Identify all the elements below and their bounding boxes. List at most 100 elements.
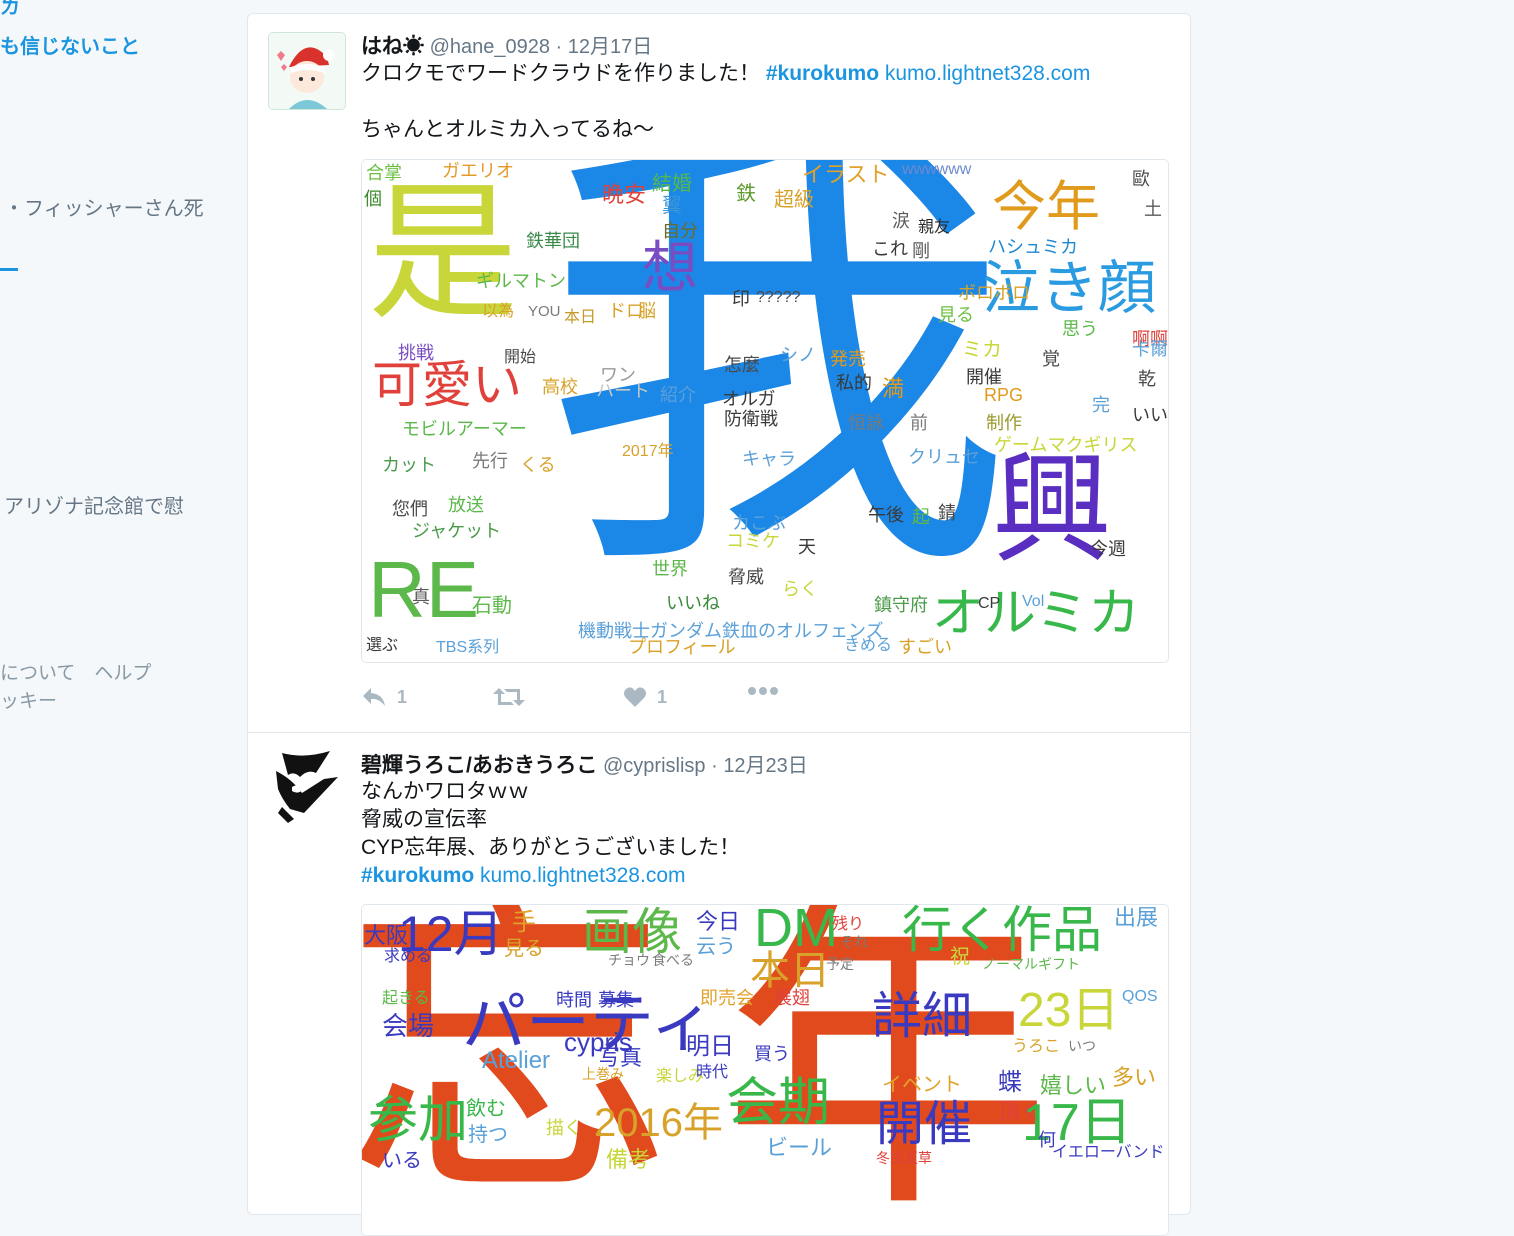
cloud-word: 展翅 xyxy=(774,988,810,1008)
cloud-word: 明日 xyxy=(686,1033,734,1060)
timestamp[interactable]: 12月17日 xyxy=(568,36,653,58)
cloud-word: 開催 xyxy=(966,367,1002,387)
hashtag-link[interactable]: #kurokumo xyxy=(766,62,879,85)
handle[interactable]: @hane_0928 xyxy=(430,36,550,58)
cloud-word: DM xyxy=(754,904,838,958)
cloud-word: 思う xyxy=(1062,319,1098,339)
cloud-word: CP xyxy=(978,595,1001,612)
cloud-word: 翼 xyxy=(662,195,682,217)
tweet-text-line-3: CYP忘年展、ありがとうございました！ xyxy=(361,836,741,859)
cloud-word: Vol xyxy=(1022,593,1045,610)
cloud-word: 嬉しい xyxy=(1040,1073,1107,1098)
trend-context[interactable]: ・フィッシャーさん死 xyxy=(4,192,204,221)
footer-cookie-link[interactable]: ッキー xyxy=(0,686,57,713)
avatar[interactable] xyxy=(268,749,344,825)
separator: · xyxy=(549,36,568,58)
cloud-word: Atelier xyxy=(482,1047,551,1074)
cloud-word: 親友 xyxy=(918,219,951,236)
more-dots-icon xyxy=(748,687,778,695)
cloud-word: ミカ xyxy=(962,339,1002,361)
trend-context-2[interactable]: アリゾナ記念館で慰 xyxy=(4,490,184,519)
cloud-word: 参加 xyxy=(368,1092,468,1148)
cloud-word: 私的 xyxy=(836,373,872,393)
cloud-word: 今週 xyxy=(1090,539,1126,559)
cloud-word: 買う xyxy=(754,1044,790,1064)
cloud-word: 云う xyxy=(696,936,736,958)
cloud-word: RPG xyxy=(984,385,1024,405)
cloud-word: 剛 xyxy=(912,241,930,261)
cloud-word: イエローバンド xyxy=(1052,1144,1165,1161)
tweet-text: クロクモでワードクラウドを作りました！ #kurokumo kumo.light… xyxy=(361,59,1090,88)
cloud-word: 卡爾 xyxy=(1132,339,1168,359)
cloud-word: 時間 xyxy=(556,990,592,1010)
more-button[interactable] xyxy=(747,686,779,696)
cloud-word: YOU xyxy=(528,303,561,320)
cloud-word: 今年 xyxy=(992,177,1100,237)
timestamp[interactable]: 12月23日 xyxy=(723,755,808,777)
cloud-word: きめる xyxy=(844,637,893,654)
trend-link[interactable]: も信じないこと xyxy=(0,30,140,59)
tweet[interactable]: 碧輝うろこ/あおきうろこ @cyprislisp · 12月23日 なんかワロタ… xyxy=(248,733,1190,1236)
cloud-word: チョウ xyxy=(608,952,650,968)
cloud-word: 即売会 xyxy=(700,988,754,1008)
cloud-word: イラスト xyxy=(802,162,890,187)
tweet-header: はね☀ @hane_0928 · 12月17日 xyxy=(361,30,652,60)
cloud-word: クリュセ xyxy=(908,447,980,467)
url-link[interactable]: kumo.lightnet328.com xyxy=(474,864,685,887)
cloud-word: 飲む xyxy=(466,1098,506,1120)
cloud-word: 手 xyxy=(512,909,536,936)
separator: · xyxy=(705,755,724,777)
cloud-word: RE xyxy=(368,545,480,634)
cloud-word: 恒詠 xyxy=(848,413,884,433)
cloud-word: 食べる xyxy=(652,952,694,968)
cloud-word: 蝶 xyxy=(998,1069,1022,1096)
cloud-word: 您們 xyxy=(392,499,428,519)
tweet-text-line-2: ちゃんとオルミカ入ってるね～ xyxy=(361,118,654,141)
cloud-word: 脅威 xyxy=(728,567,764,587)
cloud-word: 印 xyxy=(732,289,750,309)
reply-button[interactable]: 1 xyxy=(361,686,407,708)
cloud-word: いる xyxy=(382,1150,422,1172)
cloud-word: 鉄華団 xyxy=(526,231,580,251)
heart-icon xyxy=(624,687,646,707)
word-cloud-image[interactable]: 我 是 泣き顔 今年 可愛い オルミカ 想 興 合掌 ガエリオ 晩安 結婚 翼 … xyxy=(361,159,1169,663)
cloud-word: 2016年 xyxy=(594,1101,723,1145)
tweet-text-line-2: 脅威の宣伝率 xyxy=(361,808,487,831)
display-name[interactable]: 碧輝うろこ/あおきうろこ xyxy=(361,754,597,777)
tweet[interactable]: はね☀ @hane_0928 · 12月17日 クロクモでワードクラウドを作りま… xyxy=(248,14,1190,733)
footer-links[interactable]: について ヘルプ xyxy=(0,658,151,685)
word-cloud-image[interactable]: 忘 年 パーティ 画像 DM 12月 行く 作品 本日 詳細 23日 会期 参加… xyxy=(361,904,1169,1236)
cloud-word: 錆 xyxy=(938,503,956,523)
display-name[interactable]: はね☀ xyxy=(361,35,424,58)
cloud-word: キャラ xyxy=(742,449,796,469)
cloud-word: 今日 xyxy=(696,909,741,934)
tweet-text-line-4: #kurokumo kumo.lightnet328.com xyxy=(361,861,686,890)
cloud-word: 見る xyxy=(504,938,544,960)
tweet-text-line: クロクモでワードクラウドを作りました！ xyxy=(361,62,766,85)
hashtag-link[interactable]: #kurokumo xyxy=(361,864,474,887)
cloud-word: 募集 xyxy=(598,990,634,1010)
handle[interactable]: @cyprislisp xyxy=(603,755,706,777)
cloud-word: 可愛い xyxy=(372,357,522,413)
cloud-word: カット xyxy=(382,455,436,475)
retweet-button[interactable] xyxy=(493,686,525,708)
cloud-word: 詳細 xyxy=(872,988,972,1044)
url-link[interactable]: kumo.lightnet328.com xyxy=(879,62,1090,85)
cloud-word: ????? xyxy=(756,289,801,306)
cloud-word: 土 xyxy=(1144,199,1162,219)
cloud-word: らく xyxy=(782,579,818,599)
cloud-word: 歐 xyxy=(1132,169,1150,189)
avatar[interactable] xyxy=(268,32,346,110)
cloud-word: 覚 xyxy=(1042,349,1060,369)
cloud-word: それ xyxy=(840,934,868,950)
like-button[interactable]: 1 xyxy=(623,686,667,708)
cloud-word: 鉄 xyxy=(736,183,756,205)
cloud-word: 先行 xyxy=(472,451,508,471)
cloud-word: いつ xyxy=(1068,1038,1096,1054)
cloud-word: モビルアーマー xyxy=(402,419,527,439)
cloud-word: 想 xyxy=(642,236,698,299)
cloud-word: 頂く xyxy=(998,1099,1043,1124)
cloud-word: QOS xyxy=(1122,988,1158,1005)
cloud-word: wwwwww xyxy=(902,161,972,178)
cloud-word: カこぶ xyxy=(732,513,786,533)
